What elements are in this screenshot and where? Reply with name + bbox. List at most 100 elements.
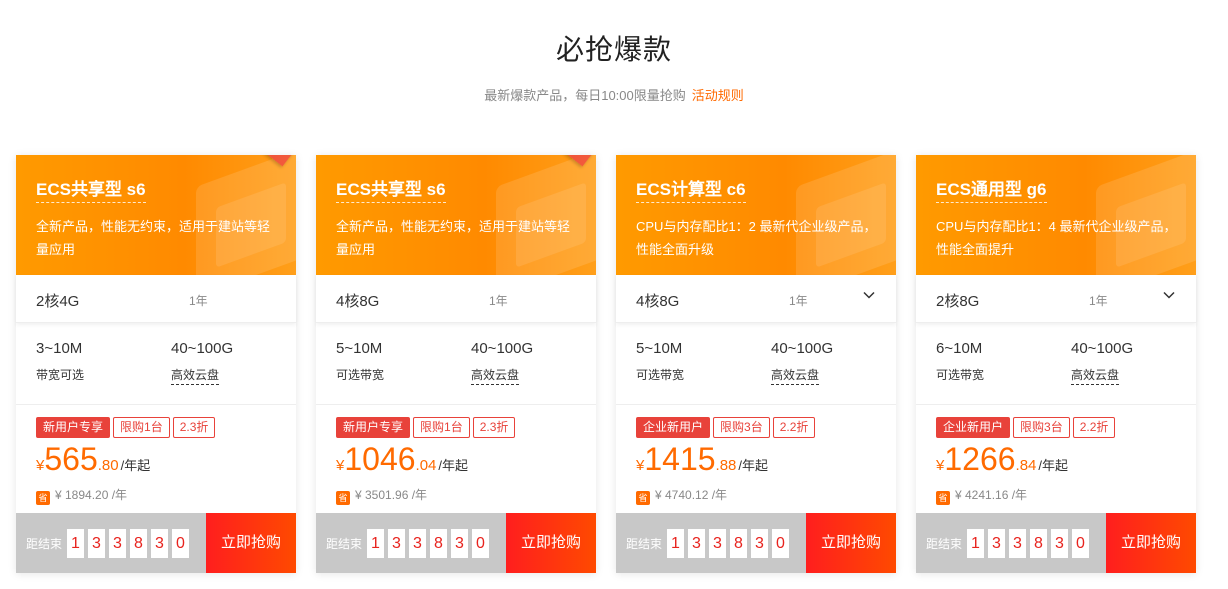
- promo-tag: 2.3折: [472, 417, 516, 438]
- countdown-digit: 8: [730, 529, 747, 558]
- countdown-timer: 距结束 1 3 3 8 3 0: [16, 513, 206, 573]
- price-decimal: .80: [97, 457, 119, 474]
- spec-selector[interactable]: 2核8G 1年: [916, 275, 1196, 323]
- bandwidth-value: 5~10M: [636, 340, 683, 357]
- product-cards: ECS共享型 s6 全新产品，性能无约束，适用于建站等轻量应用 2核4G 1年 3~10…: [16, 155, 1216, 575]
- spec-selector: 4核8G 1年: [316, 275, 596, 323]
- original-price-text: ¥ 4740.12 /年: [655, 488, 728, 502]
- promo-tag: 2.2折: [1072, 417, 1116, 438]
- promo-tag: 新用户专享: [36, 417, 111, 438]
- countdown-digit: 8: [1030, 529, 1047, 558]
- card-header: ECS共享型 s6 全新产品，性能无约束，适用于建站等轻量应用: [16, 155, 296, 275]
- activity-rules-link[interactable]: 活动规则: [692, 88, 744, 103]
- promo-tag: 新用户专享: [336, 417, 411, 438]
- bandwidth-value: 5~10M: [336, 340, 383, 357]
- price: ¥1046.04/年起: [336, 441, 468, 478]
- card-footer: 距结束 1 3 3 8 3 0 立即抢购: [16, 513, 296, 573]
- countdown-label: 距结束: [926, 537, 963, 551]
- price-integer: 1415: [644, 441, 716, 477]
- buy-now-button[interactable]: 立即抢购: [1106, 513, 1196, 573]
- card-header: ECS共享型 s6 全新产品，性能无约束，适用于建站等轻量应用: [316, 155, 596, 275]
- bandwidth-label: 带宽可选: [36, 368, 85, 382]
- price-area: 新用户专享 限购1台 2.3折 ¥565.80/年起省 ¥ 1894.20 /年: [16, 405, 296, 512]
- subtitle-text: 最新爆款产品，每日10:00限量抢购: [484, 88, 686, 103]
- price-unit: /年起: [738, 458, 769, 473]
- buy-now-button[interactable]: 立即抢购: [506, 513, 596, 573]
- cpu-memory-spec: 2核4G: [36, 293, 80, 310]
- countdown-digit: 3: [388, 529, 405, 558]
- disk-type-label[interactable]: 高效云盘: [471, 366, 520, 385]
- original-price: 省 ¥ 4740.12 /年: [636, 486, 727, 505]
- card-title[interactable]: ECS共享型 s6: [36, 175, 146, 203]
- spec-selector: 2核4G 1年: [16, 275, 296, 323]
- spec-selector[interactable]: 4核8G 1年: [616, 275, 896, 323]
- countdown-digit: 0: [1072, 529, 1089, 558]
- disk-value: 40~100G: [771, 340, 834, 357]
- product-card: ECS计算型 c6 CPU与内存配比1：2 最新代企业级产品，性能全面升级 4核8G…: [616, 155, 896, 573]
- product-card: ECS通用型 g6 CPU与内存配比1：4 最新代企业级产品，性能全面提升 2核8G…: [916, 155, 1196, 573]
- bandwidth-value: 3~10M: [36, 340, 83, 357]
- cpu-memory-spec: 4核8G: [636, 293, 680, 310]
- promo-tags: 企业新用户 限购3台 2.2折: [636, 417, 818, 439]
- card-title[interactable]: ECS通用型 g6: [936, 175, 1047, 203]
- cpu-memory-spec: 4核8G: [336, 293, 380, 310]
- card-footer: 距结束 1 3 3 8 3 0 立即抢购: [916, 513, 1196, 573]
- price-decimal: .84: [1015, 457, 1037, 474]
- original-price-text: ¥ 3501.96 /年: [355, 488, 428, 502]
- countdown-digit: 3: [1051, 529, 1068, 558]
- bandwidth-label: 可选带宽: [636, 368, 685, 382]
- countdown-digit: 3: [409, 529, 426, 558]
- countdown-digit: 8: [130, 529, 147, 558]
- countdown-digit: 0: [772, 529, 789, 558]
- buy-now-button[interactable]: 立即抢购: [206, 513, 296, 573]
- price-area: 企业新用户 限购3台 2.2折 ¥1415.88/年起省 ¥ 4740.12 /年: [616, 405, 896, 512]
- promo-tag: 企业新用户: [636, 417, 711, 438]
- disk-value: 40~100G: [171, 340, 234, 357]
- price-unit: /年起: [120, 458, 151, 473]
- spec-details: 5~10M 可选带宽 40~100G 高效云盘: [616, 323, 896, 405]
- purchase-period: 1年: [189, 294, 208, 308]
- card-footer: 距结束 1 3 3 8 3 0 立即抢购: [616, 513, 896, 573]
- card-title[interactable]: ECS共享型 s6: [336, 175, 446, 203]
- disk-type-label[interactable]: 高效云盘: [1071, 366, 1120, 385]
- price-area: 企业新用户 限购3台 2.2折 ¥1266.84/年起省 ¥ 4241.16 /年: [916, 405, 1196, 512]
- price-integer: 1266: [944, 441, 1016, 477]
- price: ¥565.80/年起: [36, 441, 150, 478]
- countdown-digit: 1: [67, 529, 84, 558]
- disk-value: 40~100G: [471, 340, 534, 357]
- price-integer: 565: [44, 441, 98, 477]
- price-decimal: .88: [715, 457, 737, 474]
- original-price-text: ¥ 4241.16 /年: [955, 488, 1028, 502]
- countdown-digit: 3: [88, 529, 105, 558]
- card-title[interactable]: ECS计算型 c6: [636, 175, 746, 203]
- disk-type-label[interactable]: 高效云盘: [771, 366, 820, 385]
- hot-ribbon-icon: [520, 155, 596, 215]
- price-integer: 1046: [344, 441, 416, 477]
- save-icon: 省: [636, 491, 650, 505]
- card-description: CPU与内存配比1：4 最新代企业级产品，性能全面提升: [936, 219, 1177, 257]
- bandwidth-label: 可选带宽: [936, 368, 985, 382]
- original-price: 省 ¥ 1894.20 /年: [36, 486, 127, 505]
- countdown-digit: 3: [151, 529, 168, 558]
- hot-ribbon-icon: [220, 155, 296, 215]
- purchase-period: 1年: [1089, 294, 1108, 308]
- countdown-digit: 1: [367, 529, 384, 558]
- promo-tag: 限购3台: [713, 417, 770, 438]
- countdown-digit: 3: [751, 529, 768, 558]
- card-header: ECS通用型 g6 CPU与内存配比1：4 最新代企业级产品，性能全面提升: [916, 155, 1196, 275]
- countdown-digit: 3: [709, 529, 726, 558]
- chevron-down-icon[interactable]: [862, 288, 876, 302]
- disk-type-label[interactable]: 高效云盘: [171, 366, 220, 385]
- price-unit: /年起: [1038, 458, 1069, 473]
- purchase-period: 1年: [489, 294, 508, 308]
- promo-tag: 限购1台: [113, 417, 170, 438]
- product-card: ECS共享型 s6 全新产品，性能无约束，适用于建站等轻量应用 2核4G 1年 3~10…: [16, 155, 296, 573]
- buy-now-button[interactable]: 立即抢购: [806, 513, 896, 573]
- original-price-text: ¥ 1894.20 /年: [55, 488, 128, 502]
- spec-details: 5~10M 可选带宽 40~100G 高效云盘: [316, 323, 596, 405]
- original-price: 省 ¥ 4241.16 /年: [936, 486, 1027, 505]
- chevron-down-icon[interactable]: [1162, 288, 1176, 302]
- section-title: 必抢爆款: [555, 34, 672, 65]
- countdown-digit: 0: [472, 529, 489, 558]
- countdown-label: 距结束: [26, 537, 63, 551]
